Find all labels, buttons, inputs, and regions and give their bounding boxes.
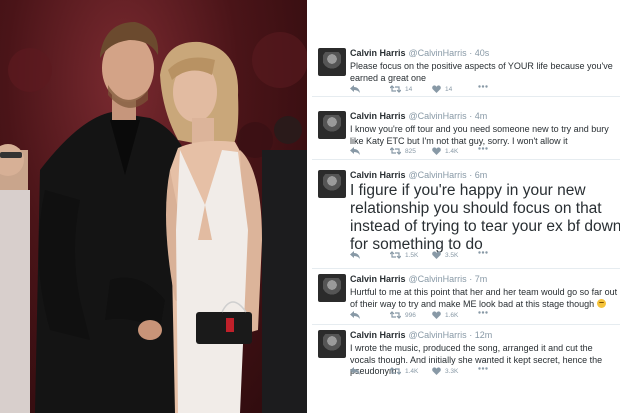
like-button[interactable]: 3.3K xyxy=(432,367,458,375)
reply-icon[interactable] xyxy=(350,367,360,375)
retweet-count: 1.5K xyxy=(405,251,419,259)
tweet-time[interactable]: 12m xyxy=(475,330,493,340)
photo-illustration xyxy=(0,22,307,413)
retweet-count: 996 xyxy=(405,311,416,319)
more-icon[interactable] xyxy=(478,311,488,314)
author-name[interactable]: Calvin Harris xyxy=(350,274,406,284)
retweet-button[interactable]: 825 xyxy=(390,147,416,155)
tweet[interactable]: Calvin Harris @CalvinHarris · 4m I know y… xyxy=(312,103,620,160)
tweet-header: Calvin Harris @CalvinHarris · 4m xyxy=(350,111,488,121)
heart-icon xyxy=(432,85,441,93)
like-count: 3.5K xyxy=(445,251,459,259)
tweet-header: Calvin Harris @CalvinHarris · 6m xyxy=(350,170,488,180)
author-handle[interactable]: @CalvinHarris xyxy=(409,274,467,284)
retweet-button[interactable]: 1.5K xyxy=(390,251,418,259)
heart-icon xyxy=(432,311,441,319)
tweet-text: Hurtful to me at this point that her and… xyxy=(350,287,618,310)
author-name[interactable]: Calvin Harris xyxy=(350,48,406,58)
like-button[interactable]: 14 xyxy=(432,85,452,93)
author-handle[interactable]: @CalvinHarris xyxy=(409,170,467,180)
retweet-count: 14 xyxy=(405,85,413,93)
reply-icon[interactable] xyxy=(350,85,360,93)
heart-icon xyxy=(432,251,441,259)
avatar[interactable] xyxy=(318,48,346,76)
like-button[interactable]: 1.4K xyxy=(432,147,458,155)
heart-icon xyxy=(432,367,441,375)
retweet-icon xyxy=(390,85,401,93)
like-count: 14 xyxy=(445,85,453,93)
tweet-time[interactable]: 4m xyxy=(475,111,488,121)
more-icon[interactable] xyxy=(478,147,488,150)
tweet[interactable]: Calvin Harris @CalvinHarris · 12m I wrote… xyxy=(312,322,620,380)
retweet-icon xyxy=(390,251,401,259)
like-button[interactable]: 3.5K xyxy=(432,251,458,259)
tweet-time[interactable]: 7m xyxy=(475,274,488,284)
retweet-button[interactable]: 996 xyxy=(390,311,416,319)
tweet-time[interactable]: 6m xyxy=(475,170,488,180)
tweet[interactable]: Calvin Harris @CalvinHarris · 7m Hurtful … xyxy=(312,266,620,325)
like-count: 3.3K xyxy=(445,367,459,375)
tweet-header: Calvin Harris @CalvinHarris · 40s xyxy=(350,48,490,58)
author-name[interactable]: Calvin Harris xyxy=(350,330,406,340)
tweet-header: Calvin Harris @CalvinHarris · 12m xyxy=(350,330,493,340)
author-handle[interactable]: @CalvinHarris xyxy=(409,48,467,58)
more-icon[interactable] xyxy=(478,251,488,254)
reply-icon[interactable] xyxy=(350,311,360,319)
event-photo xyxy=(0,0,307,413)
heart-icon xyxy=(432,147,441,155)
retweet-button[interactable]: 1.4K xyxy=(390,367,418,375)
like-count: 1.4K xyxy=(445,147,459,155)
tweet-text: Please focus on the positive aspects of … xyxy=(350,61,613,83)
avatar[interactable] xyxy=(318,111,346,139)
avatar[interactable] xyxy=(318,330,346,358)
like-count: 1.6K xyxy=(445,311,459,319)
tweet-time[interactable]: 40s xyxy=(475,48,490,58)
more-icon[interactable] xyxy=(478,367,488,370)
tweet[interactable]: Calvin Harris @CalvinHarris · 6m I figure… xyxy=(312,162,620,269)
author-handle[interactable]: @CalvinHarris xyxy=(409,330,467,340)
avatar[interactable] xyxy=(318,274,346,302)
reply-icon[interactable] xyxy=(350,251,360,259)
author-name[interactable]: Calvin Harris xyxy=(350,170,406,180)
tweet-header: Calvin Harris @CalvinHarris · 7m xyxy=(350,274,488,284)
like-button[interactable]: 1.6K xyxy=(432,311,458,319)
avatar[interactable] xyxy=(318,170,346,198)
reply-icon[interactable] xyxy=(350,147,360,155)
retweet-icon xyxy=(390,311,401,319)
retweet-button[interactable]: 14 xyxy=(390,85,412,93)
retweet-icon xyxy=(390,147,401,155)
more-icon[interactable] xyxy=(478,85,488,88)
retweet-icon xyxy=(390,367,401,375)
tweet-feed: Calvin Harris @CalvinHarris · 40s Please … xyxy=(312,40,620,413)
retweet-count: 1.4K xyxy=(405,367,419,375)
retweet-count: 825 xyxy=(405,147,416,155)
thinking-face-emoji xyxy=(596,298,606,308)
tweet-text-content: Hurtful to me at this point that her and… xyxy=(350,287,618,309)
tweet-text: I figure if you're happy in your new rel… xyxy=(350,182,620,253)
tweet-text: I know you're off tour and you need some… xyxy=(350,124,609,146)
tweet[interactable]: Calvin Harris @CalvinHarris · 40s Please … xyxy=(312,40,620,97)
author-name[interactable]: Calvin Harris xyxy=(350,111,406,121)
author-handle[interactable]: @CalvinHarris xyxy=(409,111,467,121)
